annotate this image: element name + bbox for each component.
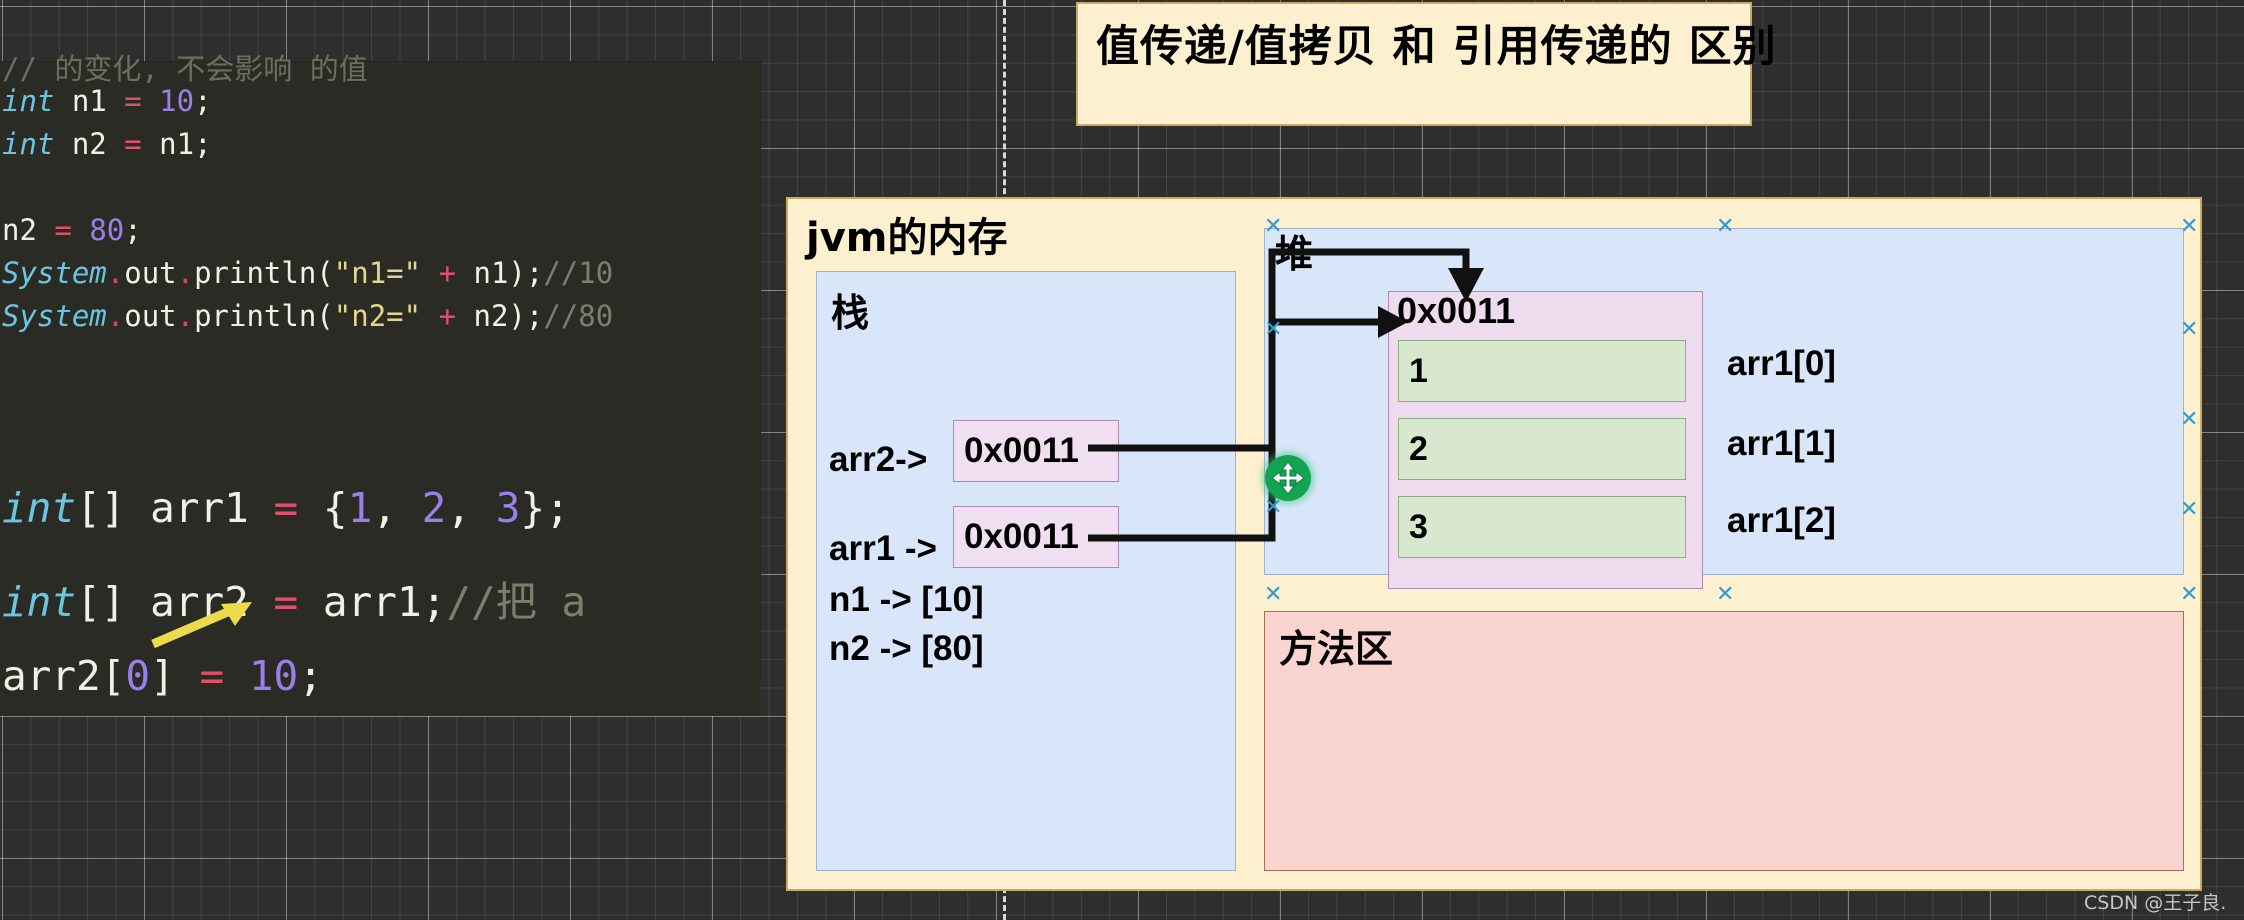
selection-marker[interactable]: ✕ [2180,318,2198,340]
selection-marker[interactable]: ✕ [1264,318,1282,340]
selection-marker[interactable]: ✕ [2180,583,2198,605]
selection-marker[interactable]: ✕ [2180,498,2198,520]
selection-marker[interactable]: ✕ [1716,583,1734,605]
selection-marker[interactable]: ✕ [1264,215,1282,237]
selection-marker[interactable]: ✕ [1264,583,1282,605]
selection-marker[interactable]: ✕ [1716,215,1734,237]
selection-marker[interactable]: ✕ [2180,408,2198,430]
selection-marker[interactable]: ✕ [1264,496,1282,518]
selection-markers: ✕ ✕ ✕ ✕ ✕ ✕ ✕ ✕ ✕ ✕ ✕ [0,0,2244,920]
csdn-watermark: CSDN @王子良. [2084,892,2227,914]
selection-marker[interactable]: ✕ [2180,215,2198,237]
